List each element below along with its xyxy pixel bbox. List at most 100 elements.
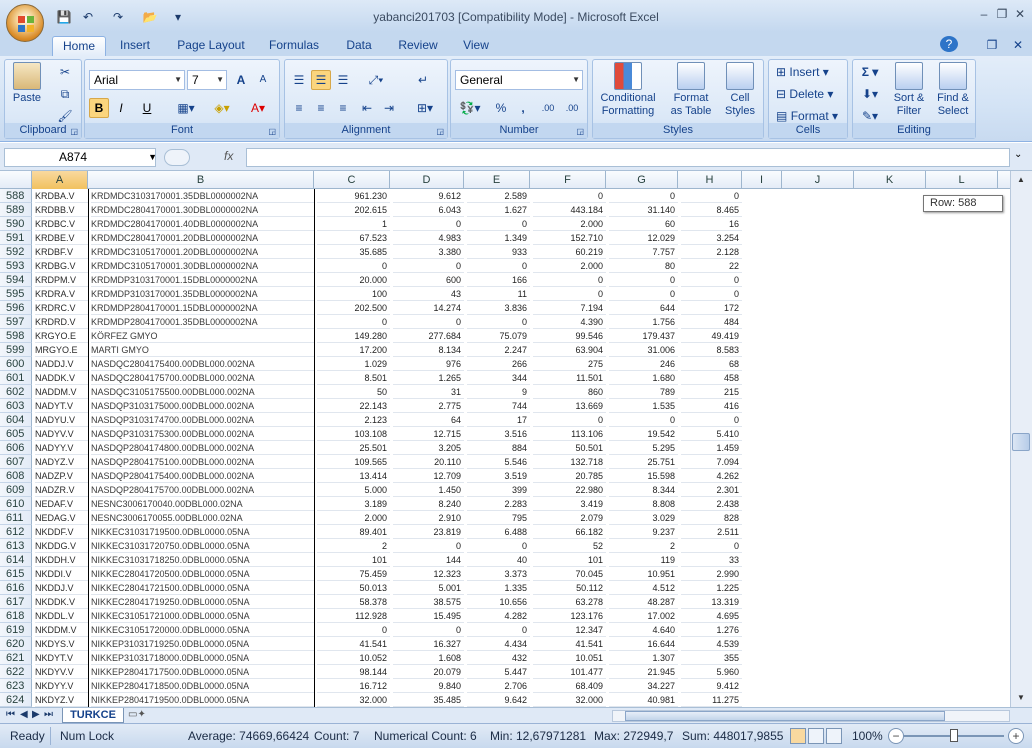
cell-h[interactable]: 0: [681, 413, 742, 427]
cell-g[interactable]: 4.512: [609, 581, 678, 595]
page-break-view-icon[interactable]: [826, 728, 842, 744]
cell-b[interactable]: KRDMDC2804170001.20DBL0000002NA: [91, 231, 314, 245]
cell-styles-button[interactable]: Cell Styles: [719, 62, 761, 118]
cell-a[interactable]: NKDDJ.V: [35, 581, 88, 595]
next-sheet-icon[interactable]: ▶: [32, 709, 40, 720]
vertical-scroll-thumb[interactable]: [1012, 433, 1030, 451]
row-header[interactable]: 595: [0, 287, 32, 301]
cell-h[interactable]: 2.128: [681, 245, 742, 259]
cell-h[interactable]: 3.254: [681, 231, 742, 245]
cell-f[interactable]: 2.079: [533, 511, 606, 525]
cell-c[interactable]: 50.013: [317, 581, 390, 595]
cell-f[interactable]: 52: [533, 539, 606, 553]
cell-h[interactable]: 2.990: [681, 567, 742, 581]
cell-f[interactable]: 152.710: [533, 231, 606, 245]
cell-d[interactable]: 9.840: [393, 679, 464, 693]
cell-e[interactable]: 2.706: [467, 679, 530, 693]
decrease-decimal-button[interactable]: .00: [561, 98, 583, 118]
cell-f[interactable]: 443.184: [533, 203, 606, 217]
row-header[interactable]: 588: [0, 189, 32, 203]
cell-g[interactable]: 179.437: [609, 329, 678, 343]
cell-b[interactable]: NASDQC2804175700.00DBL000.002NA: [91, 371, 314, 385]
cell-b[interactable]: KRDMDP3103170001.15DBL0000002NA: [91, 273, 314, 287]
decrease-indent-icon[interactable]: ⇤: [357, 98, 377, 118]
merge-center-icon[interactable]: ⊞▾: [411, 98, 439, 118]
cell-h[interactable]: 0: [681, 539, 742, 553]
cell-b[interactable]: NESNC3006170040.00DBL000.02NA: [91, 497, 314, 511]
row-header[interactable]: 614: [0, 553, 32, 567]
cell-e[interactable]: 2.589: [467, 189, 530, 203]
sheet-tab-turkce[interactable]: TURKCE: [62, 708, 124, 723]
insert-sheet-icon[interactable]: ▭✦: [128, 709, 150, 722]
cell-e[interactable]: 1.349: [467, 231, 530, 245]
orientation-icon[interactable]: ⤢▾: [361, 70, 391, 90]
office-button[interactable]: [6, 4, 44, 42]
cell-f[interactable]: 63.904: [533, 343, 606, 357]
row-header[interactable]: 613: [0, 539, 32, 553]
conditional-formatting-button[interactable]: Conditional Formatting: [595, 62, 661, 118]
font-family-select[interactable]: Arial ▼: [89, 70, 185, 90]
bold-button[interactable]: B: [89, 98, 109, 118]
cell-d[interactable]: 31: [393, 385, 464, 399]
cell-h[interactable]: 1.459: [681, 441, 742, 455]
cell-c[interactable]: 109.565: [317, 455, 390, 469]
cell-f[interactable]: 0: [533, 287, 606, 301]
column-header-l[interactable]: L: [926, 171, 998, 189]
cell-a[interactable]: KRDRD.V: [35, 315, 88, 329]
cell-c[interactable]: 50: [317, 385, 390, 399]
last-sheet-icon[interactable]: ⏭: [44, 709, 53, 720]
cell-e[interactable]: 399: [467, 483, 530, 497]
cell-e[interactable]: 3.519: [467, 469, 530, 483]
cell-g[interactable]: 31.140: [609, 203, 678, 217]
cell-d[interactable]: 144: [393, 553, 464, 567]
column-header-c[interactable]: C: [314, 171, 390, 189]
cell-g[interactable]: 1.680: [609, 371, 678, 385]
row-header[interactable]: 609: [0, 483, 32, 497]
row-header[interactable]: 591: [0, 231, 32, 245]
cell-g[interactable]: 0: [609, 413, 678, 427]
cell-d[interactable]: 4.983: [393, 231, 464, 245]
zoom-slider-knob[interactable]: [950, 729, 958, 742]
cell-h[interactable]: 22: [681, 259, 742, 273]
column-header-g[interactable]: G: [606, 171, 678, 189]
cell-c[interactable]: 8.501: [317, 371, 390, 385]
cell-d[interactable]: 6.043: [393, 203, 464, 217]
cell-b[interactable]: KRDMDC3105170001.20DBL0000002NA: [91, 245, 314, 259]
cell-a[interactable]: NKDYT.V: [35, 651, 88, 665]
prev-sheet-icon[interactable]: ◀: [20, 709, 28, 720]
cell-b[interactable]: NASDQP2804175400.00DBL000.002NA: [91, 469, 314, 483]
cell-d[interactable]: 600: [393, 273, 464, 287]
cell-g[interactable]: 1.756: [609, 315, 678, 329]
cell-a[interactable]: NKDDM.V: [35, 623, 88, 637]
cell-a[interactable]: KRGYO.E: [35, 329, 88, 343]
row-header[interactable]: 615: [0, 567, 32, 581]
cell-e[interactable]: 11: [467, 287, 530, 301]
increase-indent-icon[interactable]: ⇥: [379, 98, 399, 118]
cell-h[interactable]: 2.301: [681, 483, 742, 497]
insert-cells-button[interactable]: ⊞ Insert ▾: [771, 62, 845, 82]
cell-d[interactable]: 0: [393, 623, 464, 637]
tab-data[interactable]: Data: [340, 36, 378, 56]
cell-a[interactable]: NADDJ.V: [35, 357, 88, 371]
cell-e[interactable]: 5.546: [467, 455, 530, 469]
first-sheet-icon[interactable]: ⏮: [6, 709, 15, 720]
cell-a[interactable]: NADYV.V: [35, 427, 88, 441]
cell-c[interactable]: 5.000: [317, 483, 390, 497]
column-header-f[interactable]: F: [530, 171, 606, 189]
cell-c[interactable]: 35.685: [317, 245, 390, 259]
cell-g[interactable]: 34.227: [609, 679, 678, 693]
cell-b[interactable]: NASDQC3105175500.00DBL000.002NA: [91, 385, 314, 399]
cell-d[interactable]: 20.110: [393, 455, 464, 469]
cell-c[interactable]: 2.123: [317, 413, 390, 427]
row-header[interactable]: 607: [0, 455, 32, 469]
cell-g[interactable]: 25.751: [609, 455, 678, 469]
close-button[interactable]: ✕: [1012, 6, 1028, 22]
cell-h[interactable]: 2.511: [681, 525, 742, 539]
cell-h[interactable]: 1.225: [681, 581, 742, 595]
cell-e[interactable]: 744: [467, 399, 530, 413]
cell-g[interactable]: 0: [609, 287, 678, 301]
cell-f[interactable]: 60.219: [533, 245, 606, 259]
page-layout-view-icon[interactable]: [808, 728, 824, 744]
row-header[interactable]: 619: [0, 623, 32, 637]
number-format-select[interactable]: General ▼: [455, 70, 583, 90]
